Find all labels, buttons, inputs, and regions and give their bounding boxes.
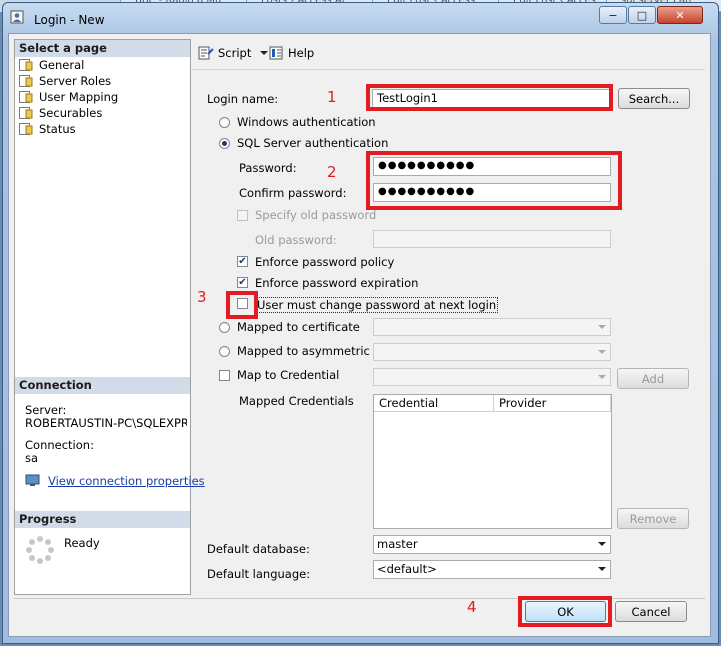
chevron-down-icon xyxy=(598,325,606,329)
page-item-server-roles[interactable]: Server Roles xyxy=(19,73,111,89)
server-value: ROBERTAUSTIN-PC\SQLEXPRE xyxy=(25,416,187,430)
password-label: Password: xyxy=(239,161,297,175)
chevron-down-icon xyxy=(598,567,606,571)
search-button[interactable]: Search... xyxy=(618,88,690,109)
maximize-button[interactable]: □ xyxy=(628,6,656,24)
page-label: General xyxy=(39,58,85,72)
default-language-select[interactable]: <default> xyxy=(373,560,611,579)
help-label: Help xyxy=(288,46,315,60)
script-label: Script xyxy=(218,46,252,60)
progress-header: Progress xyxy=(15,511,190,528)
page-label: User Mapping xyxy=(39,90,119,104)
help-button[interactable]: Help xyxy=(269,46,314,60)
page-icon xyxy=(19,107,33,119)
help-icon xyxy=(269,46,283,60)
page-icon xyxy=(19,59,33,71)
annotation-box-login-name xyxy=(366,84,613,111)
enforce-policy-checkbox[interactable]: ✔ xyxy=(237,256,248,267)
check-icon: ✔ xyxy=(238,276,247,288)
sql-auth-radio[interactable] xyxy=(219,138,230,149)
script-button[interactable]: Script xyxy=(198,46,271,60)
default-database-value: master xyxy=(377,537,418,551)
must-change-password-label: User must change password at next login xyxy=(255,297,499,313)
mapped-credentials-label: Mapped Credentials xyxy=(239,394,354,408)
mapped-certificate-radio[interactable] xyxy=(219,322,230,333)
annotation-number-4: 4 xyxy=(467,598,477,616)
certificate-select[interactable] xyxy=(373,318,611,336)
close-icon: ✕ xyxy=(675,8,685,22)
chevron-down-icon xyxy=(598,542,606,546)
page-label: Status xyxy=(39,122,76,136)
default-database-label: Default database: xyxy=(207,542,310,556)
page-item-general[interactable]: General xyxy=(19,57,84,73)
grid-column-provider[interactable]: Provider xyxy=(494,395,611,412)
connection-properties-icon xyxy=(25,474,40,486)
login-window-icon xyxy=(10,10,24,24)
default-language-label: Default language: xyxy=(207,567,311,581)
enforce-expiration-label: Enforce password expiration xyxy=(255,276,419,290)
mapped-asymmetric-key-label: Mapped to asymmetric key xyxy=(237,344,394,358)
progress-spinner-icon xyxy=(26,536,54,564)
old-password-input[interactable] xyxy=(373,230,611,248)
mapped-credentials-grid[interactable]: Credential Provider xyxy=(373,394,612,529)
page-item-securables[interactable]: Securables xyxy=(19,105,102,121)
old-password-label: Old password: xyxy=(255,233,337,247)
specify-old-password-checkbox[interactable] xyxy=(237,210,248,221)
annotation-box-must-change xyxy=(226,291,258,319)
page-icon xyxy=(19,123,33,135)
page-item-status[interactable]: Status xyxy=(19,121,76,137)
map-credential-label: Map to Credential xyxy=(237,368,340,382)
minimize-icon: − xyxy=(608,8,618,22)
connection-label: Connection: xyxy=(25,438,94,452)
windows-auth-label: Windows authentication xyxy=(237,115,376,129)
enforce-expiration-checkbox[interactable]: ✔ xyxy=(237,277,248,288)
annotation-number-1: 1 xyxy=(327,88,337,106)
page-icon xyxy=(19,91,33,103)
specify-old-password-label: Specify old password xyxy=(255,208,377,222)
remove-credential-button[interactable]: Remove xyxy=(617,508,689,529)
progress-status: Ready xyxy=(64,536,100,550)
check-icon: ✔ xyxy=(238,255,247,267)
toolbar: Script Help xyxy=(192,39,705,70)
default-language-value: <default> xyxy=(377,562,437,576)
left-pane: Select a page General Server Roles User … xyxy=(14,39,205,595)
asymmetric-key-select[interactable] xyxy=(373,343,611,361)
annotation-box-passwords xyxy=(366,151,622,210)
page-icon xyxy=(19,75,33,87)
close-button[interactable]: ✕ xyxy=(657,6,703,24)
window-title: Login - New xyxy=(34,13,105,27)
add-credential-button[interactable]: Add xyxy=(617,368,689,389)
connection-value: sa xyxy=(25,451,39,465)
enforce-policy-label: Enforce password policy xyxy=(255,255,395,269)
confirm-password-label: Confirm password: xyxy=(239,186,347,200)
maximize-icon: □ xyxy=(636,8,648,22)
annotation-number-2: 2 xyxy=(327,163,337,181)
script-icon xyxy=(198,46,214,60)
view-connection-properties-link[interactable]: View connection properties xyxy=(48,474,205,488)
chevron-down-icon xyxy=(598,350,606,354)
credential-select[interactable] xyxy=(373,368,611,386)
page-label: Server Roles xyxy=(39,74,112,88)
cancel-button[interactable]: Cancel xyxy=(615,601,687,622)
mapped-asymmetric-key-radio[interactable] xyxy=(219,346,230,357)
annotation-number-3: 3 xyxy=(197,288,207,306)
server-label: Server: xyxy=(25,403,67,417)
page-item-user-mapping[interactable]: User Mapping xyxy=(19,89,118,105)
chevron-down-icon xyxy=(598,375,606,379)
mapped-certificate-label: Mapped to certificate xyxy=(237,320,360,334)
map-credential-checkbox[interactable] xyxy=(219,370,230,381)
grid-column-credential[interactable]: Credential xyxy=(374,395,494,412)
sql-auth-label: SQL Server authentication xyxy=(237,136,389,150)
default-database-select[interactable]: master xyxy=(373,535,611,554)
connection-header: Connection xyxy=(15,377,190,394)
select-page-header: Select a page xyxy=(15,40,190,57)
annotation-box-ok xyxy=(518,596,612,627)
page-label: Securables xyxy=(39,106,103,120)
minimize-button[interactable]: − xyxy=(599,6,627,24)
login-name-label: Login name: xyxy=(207,92,279,106)
windows-auth-radio[interactable] xyxy=(219,117,230,128)
